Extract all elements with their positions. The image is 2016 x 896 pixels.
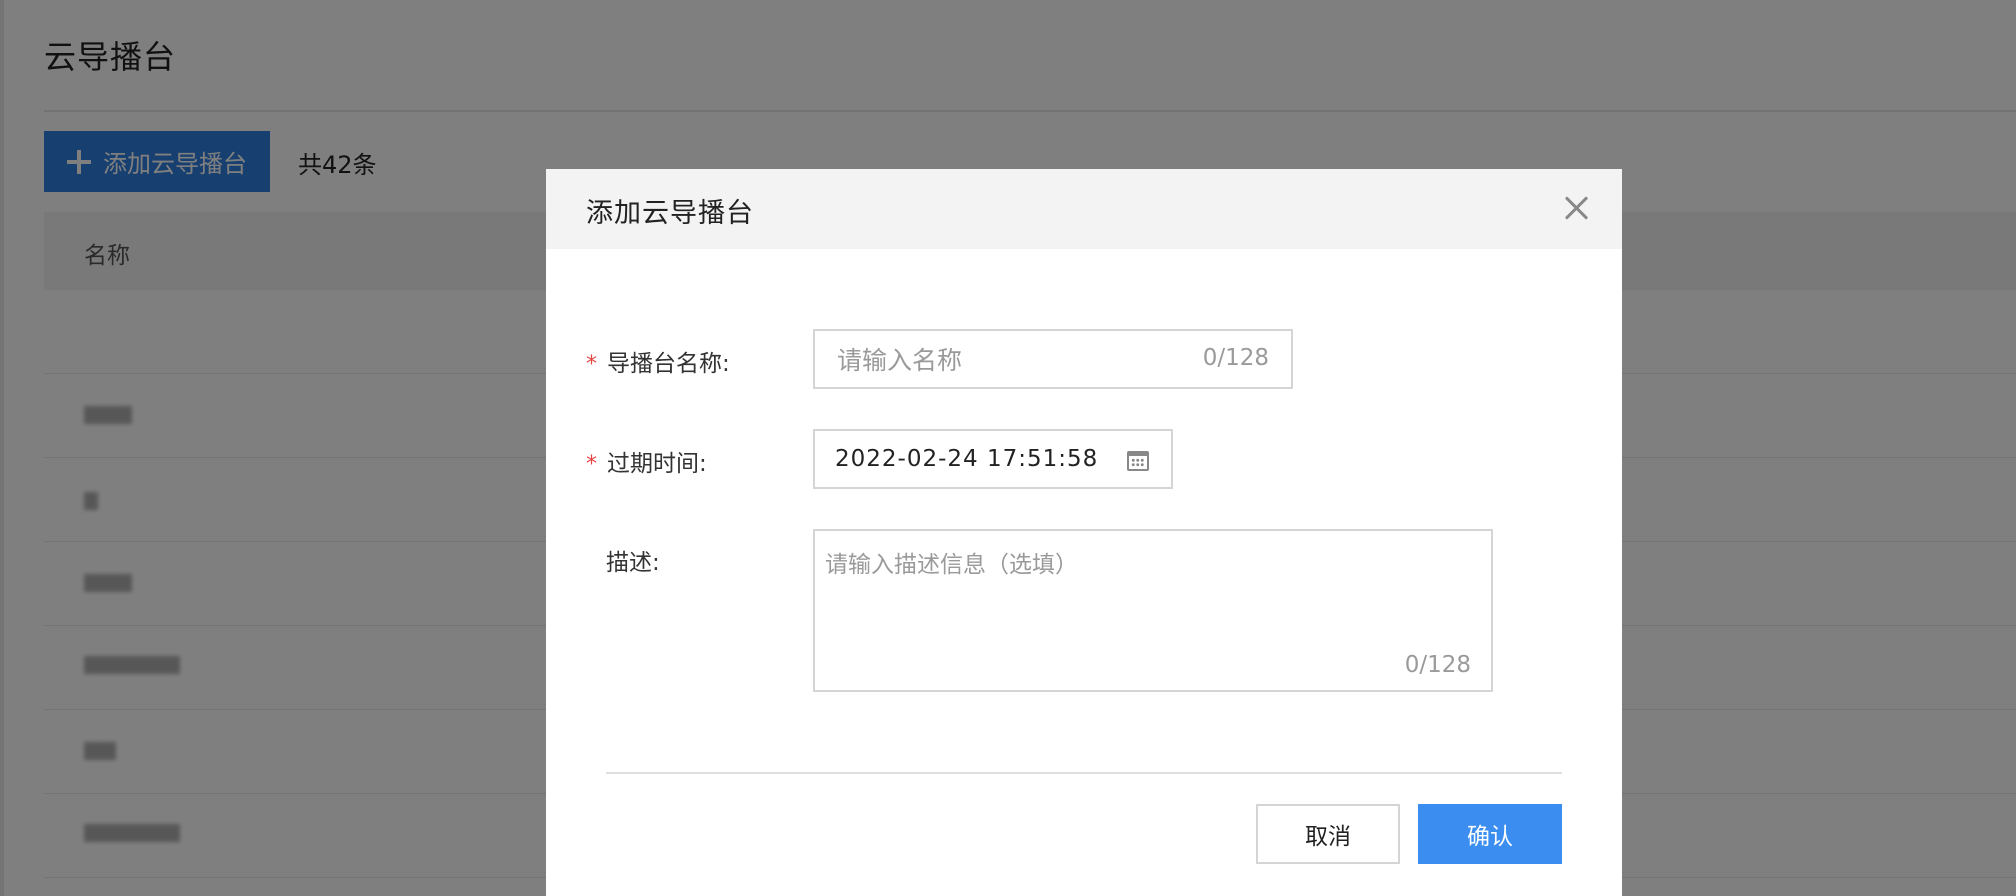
description-field-label: 描述: <box>606 550 660 576</box>
close-icon[interactable] <box>1562 193 1592 223</box>
name-input-placeholder: 请输入名称 <box>837 346 963 375</box>
description-textarea[interactable]: 请输入描述信息（选填） 0/128 <box>813 529 1493 692</box>
name-field-label: * 导播台名称: <box>586 344 730 378</box>
description-placeholder: 请输入描述信息（选填） <box>825 552 1078 578</box>
add-director-dialog: 添加云导播台 * 导播台名称: 请输入名称 0/128 * 过期时间: 2022-0… <box>546 169 1622 896</box>
expiry-date-value: 2022-02-24 17:51:58 <box>835 446 1099 472</box>
dialog-header: 添加云导播台 <box>546 169 1622 249</box>
required-mark: * <box>586 452 597 477</box>
dialog-title: 添加云导播台 <box>586 198 754 229</box>
calendar-icon[interactable] <box>1127 451 1149 471</box>
confirm-button[interactable]: 确认 <box>1418 804 1562 864</box>
expiry-label-text: 过期时间: <box>607 451 707 477</box>
name-char-counter: 0/128 <box>1202 345 1269 371</box>
description-char-counter: 0/128 <box>1404 652 1471 678</box>
expiry-date-picker[interactable]: 2022-02-24 17:51:58 <box>813 429 1173 489</box>
cancel-button[interactable]: 取消 <box>1256 804 1400 864</box>
name-input[interactable]: 请输入名称 0/128 <box>813 329 1293 389</box>
name-label-text: 导播台名称: <box>607 351 730 377</box>
dialog-divider <box>606 772 1562 774</box>
required-mark: * <box>586 352 597 377</box>
expiry-field-label: * 过期时间: <box>586 444 707 478</box>
